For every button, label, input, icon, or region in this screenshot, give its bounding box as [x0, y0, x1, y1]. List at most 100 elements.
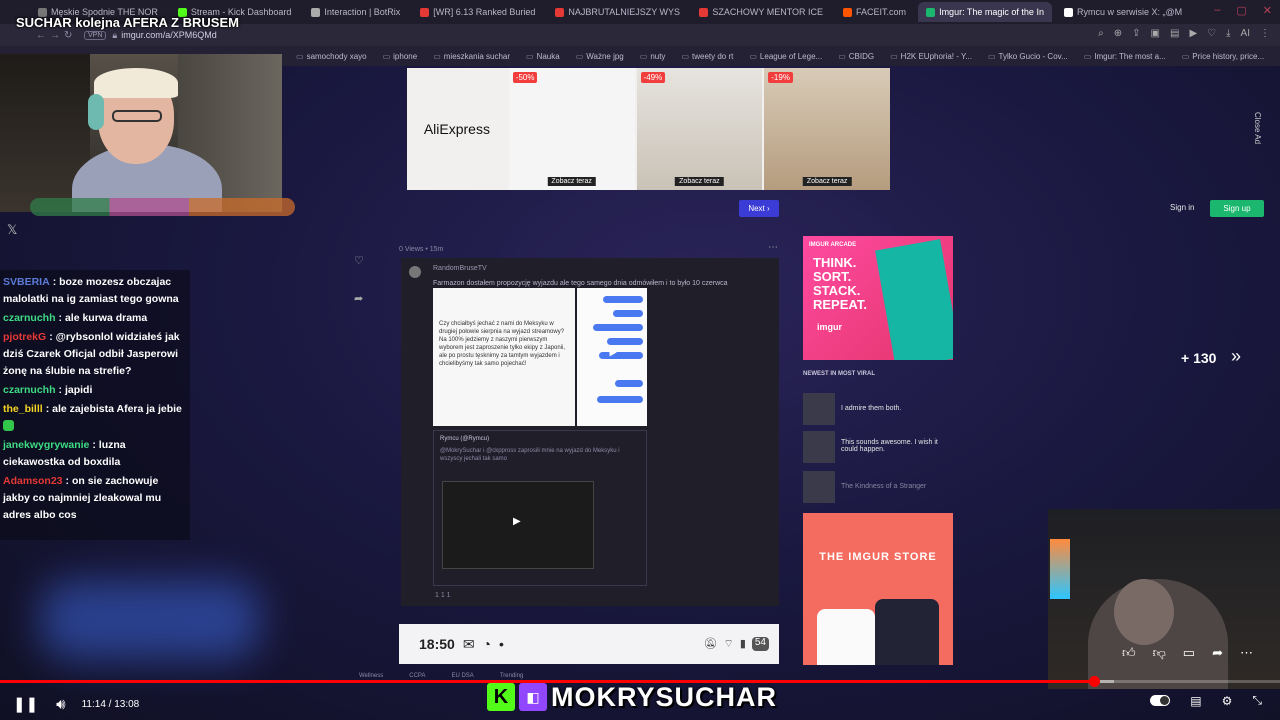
menu-icon[interactable]: ⋮	[1260, 28, 1270, 39]
fullscreen-exit-icon[interactable]: ⤡	[1252, 693, 1262, 708]
vpn-badge[interactable]: VPN	[84, 30, 107, 40]
chat-username[interactable]: czarnuchh	[3, 384, 56, 396]
browser-tab[interactable]: Rymcu w serwisie X: „@M	[1056, 2, 1190, 22]
footer-link[interactable]: Wellness	[359, 673, 383, 679]
imgur-arcade-ad[interactable]: IMGUR ARCADE THINK. SORT. STACK. REPEAT.…	[803, 236, 953, 360]
tab-label: Interaction | BotRix	[324, 7, 401, 17]
x-logo-icon[interactable]: 𝕏	[7, 222, 17, 238]
chat-username[interactable]: the_billl	[3, 403, 43, 415]
ad-product[interactable]: -49% Zobacz teraz	[636, 68, 763, 190]
share-icon[interactable]: ➦	[1212, 645, 1223, 661]
bookmark-item[interactable]: ▭ Nauka	[526, 52, 560, 61]
chat-username[interactable]: SVBERIA	[3, 276, 50, 288]
chat-username[interactable]: czarnuchh	[3, 312, 56, 324]
forward-icon[interactable]: →	[50, 30, 64, 41]
close-ad-button[interactable]: Close Ad	[1253, 112, 1262, 144]
screenshot-icon[interactable]: ▣	[1151, 28, 1160, 39]
pause-icon[interactable]: ❚❚	[13, 695, 38, 713]
imgur-store-ad[interactable]: THE IMGUR STORE	[803, 513, 953, 665]
autoplay-toggle[interactable]	[1150, 695, 1171, 706]
reload-icon[interactable]: ↻	[64, 30, 78, 41]
share-icon[interactable]: ⇪	[1132, 28, 1140, 39]
sign-in-link[interactable]: Sign in	[1170, 203, 1194, 212]
newest-heading: NEWEST IN MOST VIRAL	[803, 371, 875, 377]
browser-tab[interactable]: Interaction | BotRix	[303, 2, 408, 22]
sign-up-button[interactable]: Sign up	[1210, 200, 1264, 217]
wallet-icon[interactable]: ▤	[1170, 28, 1179, 39]
chat-username[interactable]: pjotrekG	[3, 331, 46, 343]
bookmark-label: Tylko Gucio - Cov...	[998, 51, 1068, 61]
chat-username[interactable]: janekwygrywanie	[3, 439, 89, 451]
zoom-icon[interactable]: ⊕	[1114, 28, 1122, 39]
bookmark-item[interactable]: ▭ nuty	[640, 52, 666, 61]
bookmark-item[interactable]: ▭ Imgur: The most a...	[1084, 52, 1166, 61]
folder-icon: ▭	[382, 51, 391, 61]
search-icon[interactable]: ⌕	[1098, 28, 1104, 39]
back-icon[interactable]: ←	[36, 30, 50, 41]
more-options-icon[interactable]: ⋯	[768, 242, 778, 253]
bookmark-label: samochody xayo	[306, 51, 367, 61]
share-arrow-icon[interactable]: ➦	[354, 292, 363, 305]
post-image[interactable]: RandomBruseTV Farmazon dostałem propozyc…	[401, 258, 779, 606]
browser-tab[interactable]: [WR] 6.13 Ranked Buried	[412, 2, 543, 22]
play-icon[interactable]: ▶	[513, 517, 521, 527]
bookmark-item[interactable]: ▭ Tylko Gucio - Cov...	[988, 52, 1068, 61]
favorite-icon[interactable]: ♡	[354, 254, 364, 267]
subtitles-icon[interactable]: ▤	[1190, 694, 1201, 708]
browser-tab[interactable]: SZACHOWY MENTOR ICE	[691, 2, 831, 22]
browser-tab[interactable]: Imgur: The magic of the In	[918, 2, 1052, 22]
bookmark-item[interactable]: ▭ iphone	[383, 52, 418, 61]
chevron-right-icon[interactable]: »	[1231, 346, 1241, 367]
minimize-icon[interactable]: –	[1214, 4, 1220, 17]
list-item[interactable]: This sounds awesome. I wish it could hap…	[803, 431, 953, 463]
ad-cta[interactable]: Zobacz teraz	[675, 177, 724, 186]
bookmark-item[interactable]: ▭ mieszkania suchar	[433, 52, 510, 61]
bookmark-item[interactable]: ▭ samochody xayo	[296, 52, 367, 61]
footer-link[interactable]: CCPA	[409, 673, 425, 679]
browser-tab[interactable]: FACEIT.com	[835, 2, 914, 22]
list-item[interactable]: The Kindness of a Stranger	[803, 471, 953, 503]
bookmark-item[interactable]: ▭ H2K EUphoria! - Y...	[890, 52, 972, 61]
video-thumbnail[interactable]: ▶	[442, 481, 594, 569]
ad-product[interactable]: -19% Zobacz teraz	[764, 68, 890, 190]
wifi-icon: ⌔	[723, 638, 734, 650]
more-count[interactable]: + 130	[1181, 350, 1216, 366]
like-icon[interactable]: 👍︎	[1122, 645, 1136, 661]
footer-link[interactable]: EU DSA	[451, 673, 473, 679]
browser-tab[interactable]: NAJBRUTALNIEJSZY WYS	[547, 2, 687, 22]
ad-cta[interactable]: Zobacz teraz	[547, 177, 596, 186]
chat-message: Adamson23: on sie zachowuje jakby co naj…	[3, 475, 162, 521]
ad-product[interactable]: -50% Zobacz teraz	[508, 68, 635, 190]
volume-icon[interactable]: 🔊︎	[56, 696, 65, 713]
maximize-icon[interactable]: ▢	[1236, 4, 1246, 17]
more-icon[interactable]: ⋯	[1240, 645, 1253, 661]
stream-chat: SVBERIA: boze mozesz obczajac malolatki …	[0, 270, 190, 540]
bookmark-item[interactable]: ▭ CBIDG	[838, 52, 874, 61]
heart-icon[interactable]: ♡	[1207, 28, 1216, 39]
chat-message: pjotrekG: @rybsonlol widziałeś jak dziś …	[3, 331, 180, 377]
bookmark-item[interactable]: ▭ League of Lege...	[749, 52, 822, 61]
chat-username[interactable]: Adamson23	[3, 475, 63, 487]
settings-icon[interactable]: ⚙	[1222, 694, 1233, 708]
aliexpress-ad[interactable]: AliExpress -50% Zobacz teraz -49% Zobacz…	[407, 68, 890, 190]
tab-favicon-icon	[555, 7, 565, 17]
bookmark-item[interactable]: ▭ Price history, price...	[1182, 52, 1264, 61]
list-item[interactable]: I admire them both.	[803, 393, 953, 425]
bookmark-label: League of Lege...	[759, 51, 823, 61]
footer-link[interactable]: Trending	[500, 673, 523, 679]
tab-favicon-icon	[926, 7, 936, 17]
url-field[interactable]: imgur.com/a/XPM6QMd	[121, 30, 217, 40]
bookmark-item[interactable]: ▭ Ważne jpg	[576, 52, 624, 61]
next-button[interactable]: Next ›	[739, 200, 779, 217]
comment-icon[interactable]: ▭	[1183, 645, 1195, 661]
ai-icon[interactable]: AI	[1241, 28, 1250, 39]
play-icon[interactable]: ▶	[1189, 28, 1197, 39]
download-icon[interactable]: ⤓	[1226, 28, 1230, 39]
folder-icon: ▭	[681, 51, 689, 61]
discount-badge: -50%	[512, 72, 538, 83]
close-window-icon[interactable]: ✕	[1263, 4, 1272, 17]
bookmark-item[interactable]: ▭ tweety do rt	[681, 52, 733, 61]
chat-message: czarnuchh: ale kurwa drama	[3, 312, 148, 324]
dislike-icon[interactable]: 👎︎	[1153, 645, 1166, 661]
ad-cta[interactable]: Zobacz teraz	[802, 177, 852, 186]
